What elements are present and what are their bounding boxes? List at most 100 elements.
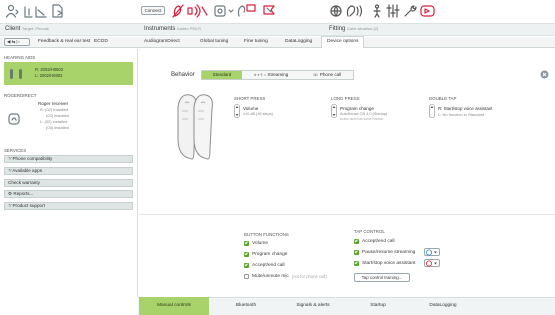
tab-ecgd[interactable]: ECGD xyxy=(94,37,108,47)
bf-mute[interactable]: Mute/unmute mic (not for phone call) xyxy=(244,274,327,279)
bf-accept-checkbox[interactable] xyxy=(244,263,249,268)
bf-accept-label: Accept/end call xyxy=(252,263,285,268)
behavior-label: Behavior xyxy=(171,72,195,78)
tab-standard[interactable]: Standard xyxy=(202,71,242,79)
streaming-tab-label: Streaming xyxy=(267,72,289,77)
fitting-section[interactable]: Fitting Calm situation (2) xyxy=(329,26,378,32)
service-product-support[interactable]: ⁺⁄ Product support xyxy=(4,202,133,210)
short-press-sub: ±10 dB (±5 steps) xyxy=(243,112,273,116)
tab-device-options[interactable]: Device options xyxy=(321,36,365,48)
section-divider xyxy=(139,214,555,215)
nav-back-button[interactable]: ◀ ⇆ ▷ xyxy=(4,38,30,46)
person-icon[interactable] xyxy=(372,4,382,18)
tools-icon[interactable] xyxy=(403,4,417,18)
ear-icon[interactable] xyxy=(346,4,368,18)
bf-mute-note: (not for phone call) xyxy=(291,274,327,279)
roger-l-status: L: (02) installed xyxy=(40,119,68,124)
behavior-tabs: Standard ⊕ ♦ ¶ ♫ Streaming ☏ Phone call xyxy=(201,70,354,80)
fitting-label: Fitting xyxy=(329,26,346,32)
bf-program-label: Program change xyxy=(252,252,288,257)
bf-accept-call[interactable]: Accept/end call xyxy=(244,263,285,268)
transmission-icon[interactable] xyxy=(186,4,210,18)
roger-l2-status: (03) installed xyxy=(46,125,69,130)
mixer-icon[interactable] xyxy=(386,4,400,18)
service-label: Phone compatibility xyxy=(12,156,53,161)
client-section[interactable]: Client Target: Phonak xyxy=(5,26,49,32)
tab-manual-controls[interactable]: Manual controls xyxy=(139,297,209,315)
bf-program-change[interactable]: Program change xyxy=(244,252,287,257)
nav-tabs: ◀ ⇆ ▷ Feedback & real ear test ECGD Audi… xyxy=(0,36,555,48)
client-target: Target: Phonak xyxy=(22,26,49,31)
bf-volume[interactable]: Volume xyxy=(244,241,268,246)
roger-name: Roger receiver xyxy=(38,101,69,106)
bf-volume-checkbox[interactable] xyxy=(244,241,249,246)
hearing-aids-heading: HEARING AIDS xyxy=(4,55,36,60)
tab-streaming[interactable]: ⊕ ♦ ¶ ♫ Streaming xyxy=(245,71,297,79)
tab-phone-call[interactable]: ☏ Phone call xyxy=(302,71,352,79)
hearing-aid-status-icon[interactable] xyxy=(237,4,259,18)
world-icon[interactable] xyxy=(329,4,343,18)
tab-bluetooth[interactable]: Bluetooth xyxy=(224,297,268,315)
long-press-sub2: Action does has same function xyxy=(340,117,384,121)
phone-call-tab-label: Phone call xyxy=(319,72,342,77)
bf-program-checkbox[interactable] xyxy=(244,252,249,257)
tc-accept-label: Accept/end call xyxy=(362,239,395,244)
tc-streaming-checkbox[interactable] xyxy=(354,250,359,255)
toolbar: Connect xyxy=(0,0,555,22)
client-icon[interactable] xyxy=(5,4,19,18)
tc-accept-call[interactable]: Accept/end call xyxy=(354,239,395,244)
streaming-tab-icons: ⊕ ♦ ¶ ♫ xyxy=(253,73,267,77)
double-tap-left: L: No function in Standard xyxy=(438,112,485,117)
roger-r2-status: (03) installed xyxy=(46,113,69,118)
roger-r-status: R: (02) installed xyxy=(40,107,69,112)
sidebar: HEARING AIDS R: 2002/H0802 L: 2002/H0802… xyxy=(0,49,138,297)
service-available-apps[interactable]: ⁺⁄ Available apps xyxy=(4,167,133,175)
service-check-warranty[interactable]: Check warranty xyxy=(4,179,133,187)
main-panel: Behavior Standard ⊕ ♦ ¶ ♫ Streaming ☏ Ph… xyxy=(139,49,555,297)
tc-accept-checkbox[interactable] xyxy=(354,239,359,244)
tc-streaming[interactable]: Pause/resume streaming xyxy=(354,250,415,255)
tab-global-tuning[interactable]: Global tuning xyxy=(200,37,228,47)
tc-streaming-dropdown[interactable] xyxy=(424,248,440,256)
tc-voice-assistant[interactable]: Start/stop voice assistant xyxy=(354,261,415,266)
tab-fine-tuning[interactable]: Fine tuning xyxy=(244,37,268,47)
bf-mute-checkbox[interactable] xyxy=(244,274,249,279)
tab-signals-alerts[interactable]: Signals & alerts xyxy=(283,297,343,315)
service-reports[interactable]: ⚙ Reports... xyxy=(4,190,133,198)
audiogram-icon[interactable] xyxy=(24,4,48,18)
tab-audiogramdirect[interactable]: AudiogramDirect xyxy=(144,37,180,47)
tab-bottom-datalogging[interactable]: DataLogging xyxy=(418,297,468,315)
remote-support-icon[interactable] xyxy=(263,4,277,18)
bf-mute-label: Mute/unmute mic xyxy=(252,274,289,279)
tc-voice-dropdown[interactable] xyxy=(424,259,440,267)
device-settings-icon[interactable] xyxy=(214,4,234,18)
long-press-title: Program change xyxy=(340,106,374,111)
reset-icon[interactable] xyxy=(540,70,549,79)
hearing-aids-panel[interactable]: R: 2002/H0802 L: 2002/H0802 xyxy=(4,62,133,85)
tab-startup[interactable]: Startup xyxy=(360,297,396,315)
tc-voice-checkbox[interactable] xyxy=(354,261,359,266)
header-bar: Client Target: Phonak Instruments Audéo … xyxy=(0,23,555,36)
service-label: Product support xyxy=(12,203,45,208)
service-label: Available apps xyxy=(12,168,43,173)
roger-heading: ROGERDIRECT xyxy=(4,93,37,98)
service-label: Check warranty xyxy=(8,180,40,185)
fitting-value: Calm situation (2) xyxy=(347,26,379,31)
instruments-section[interactable]: Instruments Audéo P90-R xyxy=(144,26,201,32)
double-tap-right: R: Start/stop voice assistant xyxy=(438,106,493,111)
long-press-heading: LONG PRESS xyxy=(331,96,360,101)
streaming-icon[interactable] xyxy=(420,4,436,18)
double-tap-icon xyxy=(429,104,435,118)
instruments-value: Audéo P90-R xyxy=(177,26,202,31)
service-phone-compatibility[interactable]: ⁺⁄ Phone compatibility xyxy=(4,155,133,163)
phone-icon: ☏ xyxy=(312,72,319,77)
tap-control-heading: TAP CONTROL xyxy=(354,229,385,234)
hearing-aid-illustration xyxy=(172,89,230,161)
volume-rocker-icon xyxy=(234,104,240,118)
no-hearing-aid-icon[interactable] xyxy=(172,4,184,18)
tab-feedback[interactable]: Feedback & real ear test xyxy=(38,37,90,47)
document-icon[interactable] xyxy=(51,4,65,18)
connect-button[interactable]: Connect xyxy=(141,6,165,15)
tab-datalogging[interactable]: DataLogging xyxy=(285,37,312,47)
tap-training-button[interactable]: Tap control training... xyxy=(354,273,410,282)
